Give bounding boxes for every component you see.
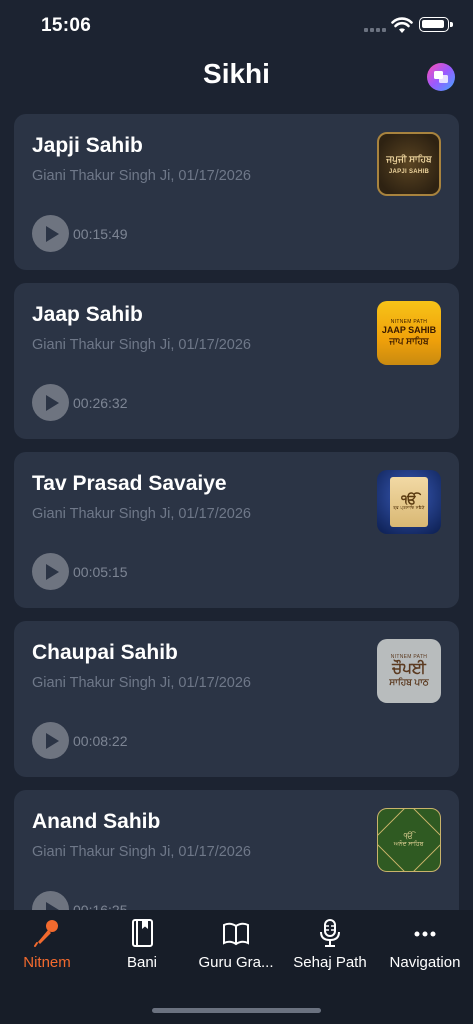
list-item[interactable]: Jaap Sahib Giani Thakur Singh Ji, 01/17/…	[14, 283, 459, 439]
list-item[interactable]: Chaupai Sahib Giani Thakur Singh Ji, 01/…	[14, 621, 459, 777]
microphone-icon	[34, 920, 58, 947]
status-bar: 15:06	[0, 0, 473, 50]
item-duration: 00:08:22	[73, 733, 128, 749]
nitnem-list: Japji Sahib Giani Thakur Singh Ji, 01/17…	[14, 114, 459, 910]
item-thumbnail: ੴ ਅਨੰਦ ਸਾਹਿਬ	[377, 808, 441, 872]
list-item[interactable]: Anand Sahib Giani Thakur Singh Ji, 01/17…	[14, 790, 459, 910]
item-thumbnail: NITNEM PATH ਚੌਪਈ ਸਾਹਿਬ ਪਾਠ	[377, 639, 441, 703]
ik-onkar-symbol: ੴ	[404, 831, 414, 841]
item-duration: 00:16:25	[73, 902, 128, 910]
book-icon	[132, 919, 153, 947]
tab-guru-granth[interactable]: Guru Gra...	[189, 918, 283, 971]
tab-label: Navigation	[389, 954, 461, 971]
play-icon	[46, 901, 59, 910]
translate-icon	[434, 71, 448, 83]
thumb-gurmukhi-title: ਤ੍ਵ ਪ੍ਰਸਾਦਿ ਸਵੈਯੇ	[393, 505, 425, 510]
item-duration: 00:05:15	[73, 564, 128, 580]
list-item[interactable]: Tav Prasad Savaiye Giani Thakur Singh Ji…	[14, 452, 459, 608]
thumb-english-title: JAAP SAHIB	[381, 325, 437, 335]
ik-onkar-symbol: ੴ	[401, 492, 417, 507]
item-thumbnail: ੴ ਤ੍ਵ ਪ੍ਰਸਾਦਿ ਸਵੈਯੇ	[377, 470, 441, 534]
thumb-english-title: JAPJI SAHIB	[388, 168, 430, 175]
thumb-gurmukhi-subtitle: ਸਾਹਿਬ ਪਾਠ	[389, 677, 429, 687]
play-button[interactable]	[32, 891, 69, 910]
play-button[interactable]	[32, 215, 69, 252]
play-icon	[46, 732, 59, 749]
tab-bani[interactable]: Bani	[95, 918, 189, 971]
item-title: Japji Sahib	[32, 134, 143, 157]
open-book-icon	[223, 922, 249, 946]
item-subtitle: Giani Thakur Singh Ji, 01/17/2026	[32, 844, 251, 860]
tab-sehaj-path[interactable]: Sehaj Path	[283, 918, 377, 971]
cellular-signal-icon	[364, 28, 386, 32]
item-title: Jaap Sahib	[32, 303, 143, 326]
tab-label: Guru Gra...	[198, 954, 274, 971]
play-icon	[46, 394, 59, 411]
play-icon	[46, 225, 59, 242]
tab-label: Sehaj Path	[293, 954, 367, 971]
list-item[interactable]: Japji Sahib Giani Thakur Singh Ji, 01/17…	[14, 114, 459, 270]
item-duration: 00:15:49	[73, 226, 128, 242]
thumb-gurmukhi-title: ੴ ਅਨੰਦ ਸਾਹਿਬ	[394, 832, 424, 849]
item-subtitle: Giani Thakur Singh Ji, 01/17/2026	[32, 506, 251, 522]
thumb-parchment: ੴ ਤ੍ਵ ਪ੍ਰਸਾਦਿ ਸਵੈਯੇ	[390, 477, 428, 527]
thumb-gurmukhi-title: ਚੌਪਈ	[392, 660, 426, 677]
item-title: Tav Prasad Savaiye	[32, 472, 227, 495]
play-button[interactable]	[32, 722, 69, 759]
wifi-icon	[391, 17, 413, 33]
thumb-gurmukhi-text: ਅਨੰਦ ਸਾਹਿਬ	[394, 841, 424, 848]
tab-label: Nitnem	[23, 954, 71, 971]
item-subtitle: Giani Thakur Singh Ji, 01/17/2026	[32, 337, 251, 353]
item-thumbnail: ਜਪੁਜੀ ਸਾਹਿਬ JAPJI SAHIB	[377, 132, 441, 196]
item-subtitle: Giani Thakur Singh Ji, 01/17/2026	[32, 675, 251, 691]
podcast-mic-icon	[320, 919, 340, 947]
translate-button[interactable]	[427, 63, 455, 91]
app-screen: 15:06 Sikhi Japji Sahib Giani Thakur Sin…	[0, 0, 473, 1024]
bottom-tab-bar: Nitnem Bani Guru Gra... Sehaj Path Navig…	[0, 910, 473, 1024]
status-time: 15:06	[41, 15, 92, 36]
item-thumbnail: NITNEM PATH JAAP SAHIB ਜਾਪ ਸਾਹਿਬ	[377, 301, 441, 365]
tab-nitnem[interactable]: Nitnem	[0, 918, 94, 971]
tab-navigation[interactable]: Navigation	[378, 918, 472, 971]
item-title: Anand Sahib	[32, 810, 161, 833]
ornamental-frame: ੴ ਅਨੰਦ ਸਾਹਿਬ	[378, 809, 440, 871]
thumb-gurmukhi-title: ਜਾਪ ਸਾਹਿਬ	[389, 336, 429, 346]
play-button[interactable]	[32, 553, 69, 590]
item-duration: 00:26:32	[73, 395, 128, 411]
page-title: Sikhi	[203, 58, 270, 89]
play-icon	[46, 563, 59, 580]
tab-label: Bani	[126, 954, 158, 971]
item-title: Chaupai Sahib	[32, 641, 178, 664]
item-subtitle: Giani Thakur Singh Ji, 01/17/2026	[32, 168, 251, 184]
play-button[interactable]	[32, 384, 69, 421]
home-indicator	[152, 1008, 321, 1013]
more-dots-icon	[414, 931, 436, 937]
thumb-gurmukhi-title: ਜਪੁਜੀ ਸਾਹਿਬ	[386, 153, 432, 164]
battery-icon	[419, 17, 453, 32]
